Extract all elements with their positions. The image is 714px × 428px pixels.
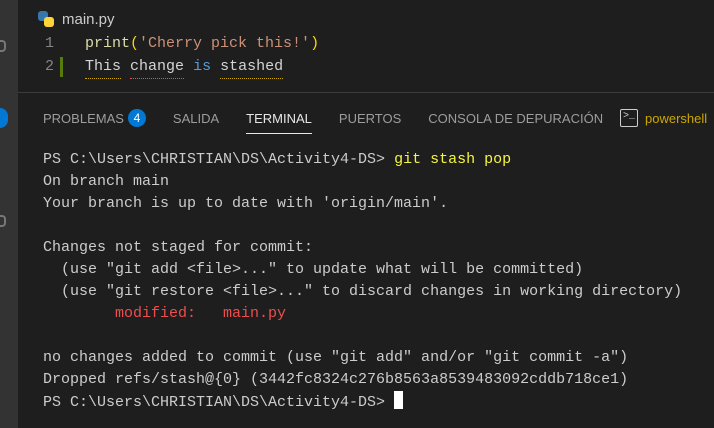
terminal-line: Your branch is up to date with 'origin/m… (43, 195, 449, 212)
problems-badge: 4 (127, 109, 146, 127)
tab-terminal[interactable]: TERMINAL (246, 105, 312, 134)
tab-problems[interactable]: PROBLEMAS 4 (43, 105, 146, 131)
terminal-icon: >_ (620, 109, 638, 127)
terminal-line-modified: modified: main.py (43, 305, 287, 322)
tab-label: PUERTOS (338, 110, 402, 126)
bottom-panel: PROBLEMAS 4 SALIDA TERMINAL PUERTOS CONSO… (18, 92, 714, 428)
code-line[interactable]: 1 print('Cherry pick this!') (38, 33, 638, 55)
terminal-line: (use "git add <file>..." to update what … (43, 261, 584, 278)
terminal-line: PS C:\Users\CHRISTIAN\DS\Activity4-DS> g… (43, 149, 682, 171)
shell-name: powershell (645, 110, 708, 126)
line-number: 1 (44, 35, 54, 52)
tab-debug-console[interactable]: CONSOLA DE DEPURACIÓN (428, 105, 603, 131)
terminal-line: On branch main (43, 173, 170, 190)
activity-icon[interactable] (0, 215, 6, 227)
code-token: change (130, 56, 185, 79)
code-token: 'Cherry pick this!' (139, 35, 311, 52)
tab-label: CONSOLA DE DEPURACIÓN (428, 110, 604, 126)
terminal-line: PS C:\Users\CHRISTIAN\DS\Activity4-DS> (43, 391, 682, 414)
line-number: 2 (44, 58, 54, 75)
code-token: is (193, 58, 212, 75)
tab-label: SALIDA (172, 110, 220, 126)
prompt: PS C:\Users\CHRISTIAN\DS\Activity4-DS> (43, 394, 395, 411)
editor-tab[interactable]: main.py (38, 5, 115, 33)
terminal-line: (use "git restore <file>..." to discard … (43, 283, 683, 300)
code-line[interactable]: 2 This change is stashed (38, 56, 638, 79)
activity-bar (0, 0, 18, 428)
terminal-shell-selector[interactable]: >_ powershell (620, 105, 707, 131)
code-token: ( (130, 35, 140, 52)
terminal-line: no changes added to commit (use "git add… (43, 349, 629, 366)
terminal-line: Dropped refs/stash@{0} (3442fc8324c276b8… (43, 371, 629, 388)
terminal-output[interactable]: PS C:\Users\CHRISTIAN\DS\Activity4-DS> g… (43, 149, 682, 414)
tab-ports[interactable]: PUERTOS (339, 105, 401, 131)
code-token: stashed (220, 56, 284, 79)
tab-label: TERMINAL (246, 110, 312, 126)
terminal-cursor (394, 391, 404, 409)
filename: main.py (62, 10, 115, 28)
prompt: PS C:\Users\CHRISTIAN\DS\Activity4-DS> (43, 151, 395, 168)
code-token: print (85, 35, 131, 52)
code-token: This (85, 56, 122, 79)
tab-output[interactable]: SALIDA (173, 105, 219, 131)
python-icon (38, 11, 54, 27)
command: git stash pop (394, 151, 512, 168)
tab-label: PROBLEMAS (43, 110, 124, 126)
activity-badge (0, 108, 8, 128)
activity-icon[interactable] (0, 40, 6, 52)
terminal-line: Changes not staged for commit: (43, 239, 314, 256)
code-token: ) (310, 35, 320, 52)
